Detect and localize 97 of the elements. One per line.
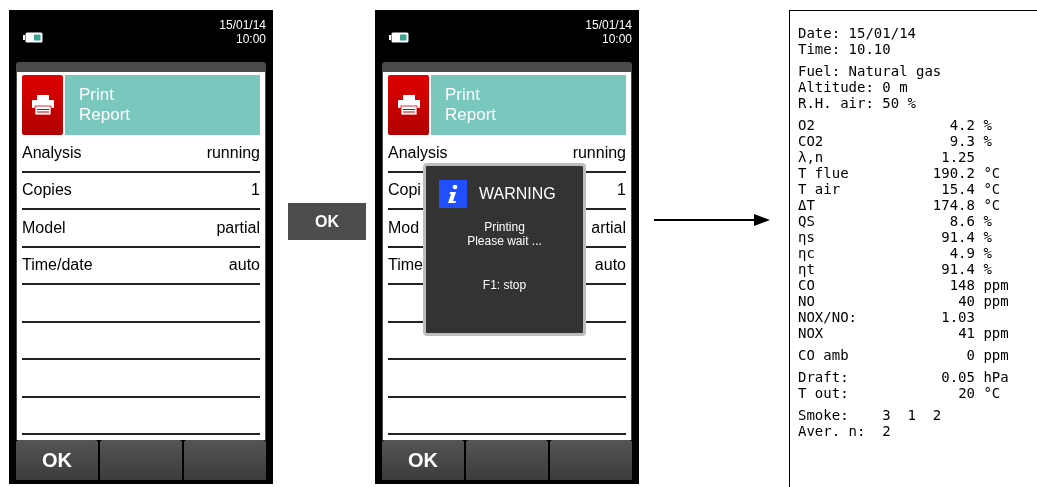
status-time: 10:00 <box>235 32 266 46</box>
softkey[interactable] <box>100 440 182 480</box>
reading-value: 0 <box>966 347 975 363</box>
info-icon <box>439 180 467 208</box>
menu-row[interactable]: Copies 1 <box>22 172 260 210</box>
reading-label: QS <box>798 213 816 229</box>
softkey[interactable]: OK <box>16 440 98 480</box>
printer-icon <box>31 95 54 115</box>
receipt-line: Altitude: 0 m <box>798 79 909 95</box>
menu-row[interactable]: Analysis running <box>22 135 260 173</box>
receipt-line: R.H. air: 50 % <box>798 95 917 111</box>
row-label: Time/date <box>22 255 93 276</box>
reading-label: ΔT <box>798 197 816 213</box>
receipt-line: Smoke: 3 1 2 <box>798 407 943 423</box>
status-date: 15/01/14 <box>585 18 632 32</box>
receipt-line: Aver. n: 2 <box>798 423 892 439</box>
reading-value: 41 <box>958 325 975 341</box>
receipt-line: Fuel: Natural gas <box>798 63 943 79</box>
reading-label: λ,n <box>798 149 825 165</box>
reading-value: 20 <box>958 385 975 401</box>
reading-value: 8.6 <box>949 213 975 229</box>
battery-icon <box>389 32 409 43</box>
status-date: 15/01/14 <box>219 18 266 32</box>
softkey[interactable] <box>550 440 632 480</box>
status-time: 10:00 <box>601 32 632 46</box>
reading-value: 15.4 <box>941 181 975 197</box>
reading-unit: ppm <box>983 293 1009 309</box>
row-label: Analysis <box>388 142 448 163</box>
reading-unit: % <box>983 229 992 245</box>
row-value: running <box>206 142 260 163</box>
reading-value: 4.2 <box>949 117 975 133</box>
row-value: auto <box>594 255 626 276</box>
reading-label: T air <box>798 181 842 197</box>
reading-unit: % <box>983 213 992 229</box>
reading-unit: °C <box>983 385 1001 401</box>
menu-row[interactable]: Time/date auto <box>22 247 260 285</box>
menu-title: Print Report <box>445 85 498 125</box>
reading-unit: °C <box>983 197 1001 213</box>
row-label: Time <box>388 255 423 276</box>
reading-value: 1.25 <box>941 149 975 165</box>
reading-label: NO <box>798 293 816 309</box>
row-label: Copies <box>22 180 72 201</box>
dialog-title: WARNING <box>479 184 556 204</box>
row-label: Copi <box>388 180 421 201</box>
reading-value: 1.03 <box>941 309 975 325</box>
dialog-hint: F1: stop <box>482 277 527 294</box>
reading-label: CO2 <box>798 133 825 149</box>
receipt-line: Time: 10.10 <box>798 41 892 57</box>
reading-value: 174.8 <box>932 197 975 213</box>
reading-label: ηs <box>798 229 816 245</box>
reading-value: 190.2 <box>932 165 975 181</box>
reading-unit: hPa <box>983 369 1009 385</box>
row-value: auto <box>228 255 260 276</box>
reading-unit: % <box>983 117 992 133</box>
printer-icon <box>397 95 420 115</box>
softkey[interactable]: OK <box>382 440 464 480</box>
reading-unit: °C <box>983 165 1001 181</box>
reading-label: ηc <box>798 245 816 261</box>
reading-unit: % <box>983 261 992 277</box>
reading-unit: ppm <box>983 277 1009 293</box>
reading-label: CO amb <box>798 347 850 363</box>
reading-unit: % <box>983 133 992 149</box>
reading-value: 91.4 <box>941 261 975 277</box>
reading-label: NOX/NO: <box>798 309 858 325</box>
reading-unit: % <box>983 245 992 261</box>
row-value: 1 <box>251 180 260 201</box>
reading-unit: ppm <box>983 347 1009 363</box>
softkey[interactable] <box>184 440 266 480</box>
row-label: Model <box>22 217 66 238</box>
reading-label: CO <box>798 277 816 293</box>
reading-label: Draft: <box>798 369 850 385</box>
menu-row[interactable]: Model partial <box>22 210 260 248</box>
row-value: running <box>572 142 626 163</box>
row-label: Mod <box>388 217 420 238</box>
row-value: 1 <box>617 180 626 201</box>
reading-label: ηt <box>798 261 816 277</box>
battery-icon <box>23 32 43 43</box>
reading-label: T out: <box>798 385 850 401</box>
ok-key[interactable]: OK <box>288 203 366 240</box>
reading-label: T flue <box>798 165 850 181</box>
reading-value: 9.3 <box>949 133 975 149</box>
row-label: Analysis <box>22 142 82 163</box>
reading-label: NOX <box>798 325 825 341</box>
row-value: partial <box>216 217 260 238</box>
reading-label: O2 <box>798 117 816 133</box>
reading-value: 40 <box>958 293 975 309</box>
row-value: artial <box>591 217 626 238</box>
reading-value: 91.4 <box>941 229 975 245</box>
receipt-line: Date: 15/01/14 <box>798 25 917 41</box>
menu-title: Print Report <box>79 85 132 125</box>
reading-unit: °C <box>983 181 1001 197</box>
reading-value: 148 <box>949 277 975 293</box>
reading-unit: ppm <box>983 325 1009 341</box>
reading-value: 4.9 <box>949 245 975 261</box>
softkey[interactable] <box>466 440 548 480</box>
dialog-message: Printing Please wait ... <box>467 220 542 248</box>
reading-value: 0.05 <box>941 369 975 385</box>
